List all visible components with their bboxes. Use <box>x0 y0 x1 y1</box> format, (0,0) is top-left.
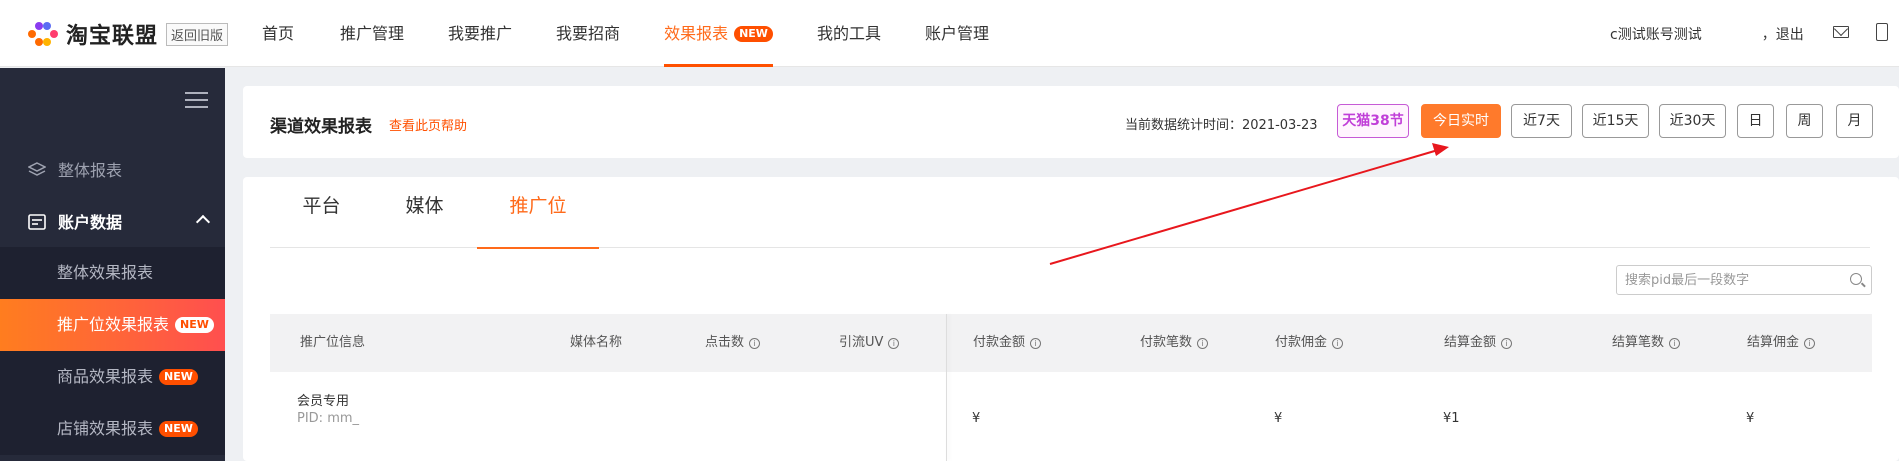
sidebar-item-label: 商品效果报表 <box>57 367 154 386</box>
menu-toggle-icon[interactable] <box>185 92 208 109</box>
search-icon[interactable] <box>1850 273 1862 285</box>
nav-account-management[interactable]: 账户管理 <box>925 0 989 67</box>
info-icon[interactable]: i <box>1030 338 1042 349</box>
sidebar-item-shop-effect-report[interactable]: 店铺效果报表 NEW <box>0 403 225 455</box>
sidebar-group-label: 整体报表 <box>58 161 123 180</box>
column-clicks: 点击数 i <box>705 314 761 372</box>
new-badge: NEW <box>159 421 198 437</box>
range-7-days-button[interactable]: 近7天 <box>1511 104 1572 138</box>
settle-amount-cell: ¥1 <box>1443 411 1460 426</box>
pay-commission-cell: ¥ <box>1274 411 1283 426</box>
new-badge: NEW <box>734 26 773 42</box>
column-label: 付款笔数 <box>1140 335 1193 350</box>
report-icon <box>28 214 46 230</box>
table-header: 推广位信息 媒体名称 点击数 i 引流UV i 付款金额 i 付款笔数 i 付款佣金 i … <box>270 314 1872 372</box>
fixed-column-divider <box>946 314 947 461</box>
user-name: c测试账号测试 <box>1610 27 1702 43</box>
range-day-button[interactable]: 日 <box>1737 104 1774 138</box>
stat-time: 当前数据统计时间：2021-03-23 <box>1125 118 1318 133</box>
range-15-days-button[interactable]: 近15天 <box>1582 104 1649 138</box>
sidebar-group-account-data[interactable]: 账户数据 <box>0 195 225 247</box>
nav-merchant-recruit[interactable]: 我要招商 <box>556 0 620 67</box>
logout-link[interactable]: ，退出 <box>1762 24 1804 44</box>
column-label: 媒体名称 <box>570 335 623 350</box>
nav-home[interactable]: 首页 <box>262 0 294 67</box>
sidebar-group-label: 账户数据 <box>58 213 123 232</box>
user-area: c测试账号测试 ，退出 <box>1610 24 1804 44</box>
column-settle-count: 结算笔数 i <box>1612 314 1681 372</box>
new-badge: NEW <box>159 369 198 385</box>
range-week-button[interactable]: 周 <box>1786 104 1823 138</box>
page-title: 渠道效果报表 <box>270 117 372 137</box>
column-label: 付款佣金 <box>1275 335 1328 350</box>
nav-effect-report-label: 效果报表 <box>664 24 729 43</box>
info-icon[interactable]: i <box>1197 338 1209 349</box>
column-traffic-uv: 引流UV i <box>839 314 900 372</box>
info-icon[interactable]: i <box>888 338 900 349</box>
column-media-name: 媒体名称 <box>570 314 622 372</box>
column-label: 点击数 <box>705 335 745 350</box>
main-nav: 首页 推广管理 我要推广 我要招商 效果报表 NEW 我的工具 账户管理 <box>262 0 989 67</box>
sidebar-group-overall-report[interactable]: 整体报表 <box>0 143 225 195</box>
column-label: 结算佣金 <box>1747 335 1800 350</box>
info-icon[interactable]: i <box>1332 338 1344 349</box>
mobile-icon[interactable] <box>1876 23 1888 41</box>
adzone-pid: PID: mm_ <box>297 411 360 426</box>
sidebar-item-overall-effect-report[interactable]: 整体效果报表 <box>0 247 225 299</box>
column-label: 结算金额 <box>1444 335 1497 350</box>
new-badge: NEW <box>175 317 214 333</box>
layers-icon <box>27 162 47 176</box>
nav-my-tools[interactable]: 我的工具 <box>817 0 881 67</box>
info-icon[interactable]: i <box>1669 338 1681 349</box>
column-adzone-info: 推广位信息 <box>300 314 365 372</box>
alimama-logo-icon <box>28 22 58 46</box>
help-link[interactable]: 查看此页帮助 <box>389 115 467 134</box>
info-icon[interactable]: i <box>1501 338 1513 349</box>
mail-icon[interactable] <box>1833 26 1849 38</box>
sidebar-item-label: 店铺效果报表 <box>57 419 154 438</box>
sidebar-item-adzone-effect-report[interactable]: 推广位效果报表 NEW <box>0 299 225 351</box>
nav-promote[interactable]: 我要推广 <box>448 0 512 67</box>
settle-commission-cell: ¥ <box>1746 411 1755 426</box>
column-settle-amount: 结算金额 i <box>1444 314 1513 372</box>
report-tabs: 平台 媒体 推广位 <box>270 177 1870 249</box>
chevron-up-icon <box>195 214 211 230</box>
tab-adzone[interactable]: 推广位 <box>477 177 599 249</box>
report-panel: 平台 媒体 推广位 推广位信息 媒体名称 点击数 i 引流UV i 付款金额 i 付款… <box>243 177 1899 461</box>
brand-name: 淘宝联盟 <box>66 24 159 49</box>
adzone-name: 会员专用 <box>297 394 350 409</box>
top-navigation: 淘宝联盟 返回旧版 首页 推广管理 我要推广 我要招商 效果报表 NEW 我的工具… <box>0 0 1899 67</box>
return-old-version-button[interactable]: 返回旧版 <box>166 22 229 46</box>
pid-search <box>1616 265 1872 295</box>
column-label: 结算笔数 <box>1612 335 1665 350</box>
sidebar-item-goods-effect-report[interactable]: 商品效果报表 NEW <box>0 351 225 403</box>
range-month-button[interactable]: 月 <box>1836 104 1873 138</box>
column-settle-commission: 结算佣金 i <box>1747 314 1816 372</box>
tab-platform[interactable]: 平台 <box>270 177 373 248</box>
column-pay-commission: 付款佣金 i <box>1275 314 1344 372</box>
range-today-realtime-button[interactable]: 今日实时 <box>1421 104 1501 138</box>
pid-search-input[interactable] <box>1617 266 1837 294</box>
sidebar-item-label: 推广位效果报表 <box>57 315 170 334</box>
nav-promotion-management[interactable]: 推广管理 <box>340 0 404 67</box>
column-label: 引流UV <box>839 335 884 350</box>
column-pay-amount: 付款金额 i <box>973 314 1042 372</box>
report-header: 渠道效果报表 查看此页帮助 当前数据统计时间：2021-03-23 天猫38节 … <box>243 86 1899 158</box>
sidebar: 整体报表 账户数据 整体效果报表 推广位效果报表 NEW 商品效果报表 NEW 店铺… <box>0 68 225 461</box>
info-icon[interactable]: i <box>749 338 761 349</box>
column-pay-count: 付款笔数 i <box>1140 314 1209 372</box>
tmall-38-festival-button[interactable]: 天猫38节 <box>1337 104 1409 138</box>
tab-media[interactable]: 媒体 <box>373 177 476 248</box>
column-label: 推广位信息 <box>300 335 366 350</box>
brand-logo[interactable]: 淘宝联盟 返回旧版 <box>28 19 229 49</box>
range-30-days-button[interactable]: 近30天 <box>1659 104 1726 138</box>
nav-effect-report[interactable]: 效果报表 NEW <box>664 0 773 67</box>
column-label: 付款金额 <box>973 335 1026 350</box>
info-icon[interactable]: i <box>1804 338 1816 349</box>
pay-amount-cell: ¥ <box>972 411 981 426</box>
